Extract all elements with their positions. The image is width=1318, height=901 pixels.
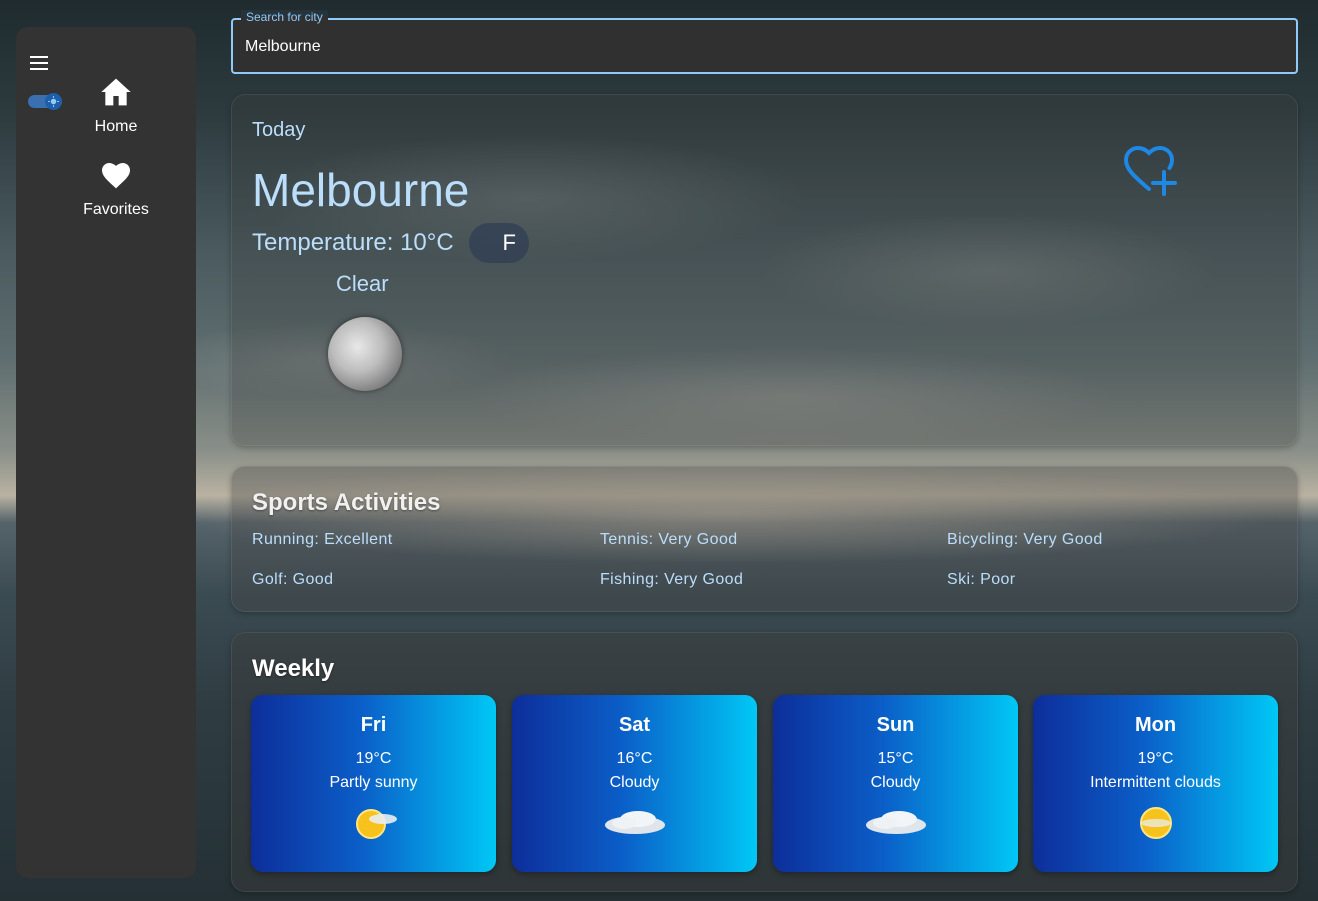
sport-item: Bicycling: Very Good <box>947 531 1103 548</box>
forecast-condition: Partly sunny <box>329 774 418 791</box>
forecast-temp: 16°C <box>616 750 653 767</box>
forecast-day-card: Mon 19°C Intermittent clouds <box>1033 695 1278 872</box>
temperature-text: Temperature: 10°C <box>252 229 454 256</box>
home-icon <box>101 78 131 106</box>
search-input[interactable] <box>245 34 1275 60</box>
theme-toggle[interactable] <box>28 93 62 110</box>
sport-item: Fishing: Very Good <box>600 571 744 588</box>
forecast-temp: 15°C <box>877 750 914 767</box>
unit-toggle[interactable]: F <box>469 223 529 263</box>
forecast-condition: Cloudy <box>870 774 921 791</box>
forecast-temp: 19°C <box>355 750 392 767</box>
sports-card: Sports Activities Running: Excellent Ten… <box>231 466 1298 612</box>
sport-item: Tennis: Very Good <box>600 531 738 548</box>
today-heading: Today <box>252 119 306 141</box>
heart-plus-icon <box>1123 145 1177 196</box>
cloudy-icon <box>865 811 926 834</box>
forecast-day: Fri <box>360 714 387 736</box>
forecast-day-card: Fri 19°C Partly sunny <box>251 695 496 872</box>
sport-item: Running: Excellent <box>252 531 393 548</box>
sport-item: Golf: Good <box>252 571 334 588</box>
forecast-day: Sun <box>876 714 915 736</box>
sports-title: Sports Activities <box>252 489 441 516</box>
menu-icon[interactable] <box>30 56 48 70</box>
forecast-condition: Intermittent clouds <box>1090 774 1221 791</box>
today-card: Today Melbourne Temperature: 10°C F Clea… <box>231 94 1298 446</box>
unit-toggle-label: F <box>502 230 516 255</box>
cloudy-icon <box>604 811 665 834</box>
weekly-title: Weekly <box>252 655 335 682</box>
add-favorite-button[interactable] <box>1120 143 1178 199</box>
forecast-condition: Cloudy <box>609 774 660 791</box>
condition-text: Clear <box>336 271 389 296</box>
heart-icon <box>102 163 130 189</box>
sidebar-item-label: Home <box>94 118 138 135</box>
forecast-day: Sat <box>618 714 651 736</box>
sport-item: Ski: Poor <box>947 571 1016 588</box>
sidebar-item-favorites[interactable]: Favorites <box>76 160 156 219</box>
city-search: Search for city <box>231 10 1298 74</box>
intermittent-clouds-icon <box>1139 807 1172 839</box>
moon-icon <box>328 317 402 391</box>
sidebar-item-home[interactable]: Home <box>76 77 156 136</box>
partly-sunny-icon <box>355 809 397 839</box>
sidebar: Home Favorites <box>16 27 196 878</box>
city-name: Melbourne <box>252 164 470 216</box>
sidebar-item-label: Favorites <box>83 201 149 218</box>
sun-icon <box>45 93 62 110</box>
forecast-day-card: Sat 16°C Cloudy <box>512 695 757 872</box>
search-label: Search for city <box>241 10 328 24</box>
forecast-temp: 19°C <box>1137 750 1174 767</box>
forecast-day-card: Sun 15°C Cloudy <box>773 695 1018 872</box>
weekly-card: Weekly Fri 19°C Partly sunny Sat 16°C Cl… <box>231 632 1298 892</box>
forecast-day: Mon <box>1134 714 1177 736</box>
